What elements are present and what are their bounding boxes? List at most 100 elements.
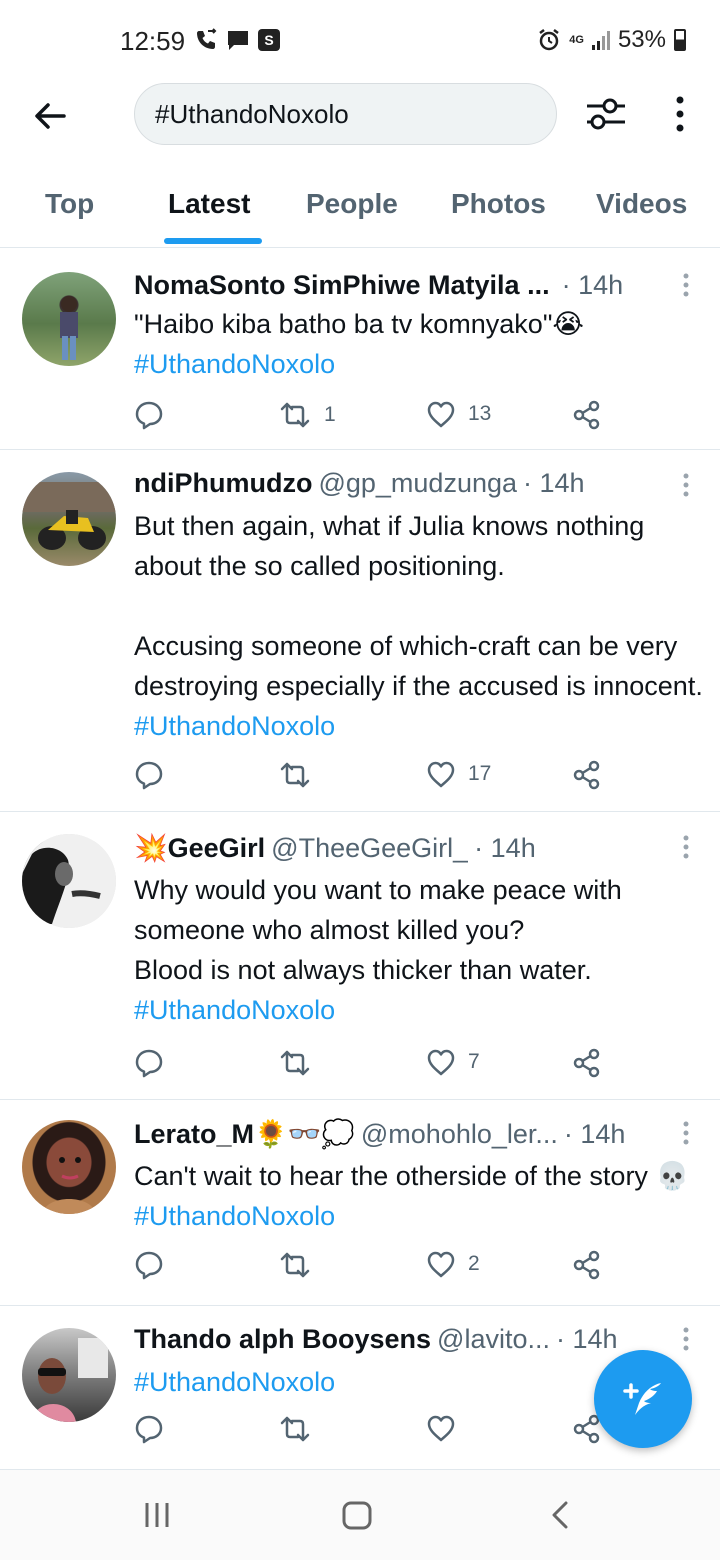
share-button[interactable] <box>572 1250 602 1280</box>
avatar-image <box>60 296 78 360</box>
tweet-text: Why would you want to make peace with so… <box>134 870 704 1030</box>
home-icon <box>342 1501 372 1530</box>
status-bar: 12:59 S 4G 53% <box>0 0 720 80</box>
avatar[interactable] <box>22 472 116 566</box>
search-tabs: Top Latest People Photos Videos <box>0 170 720 248</box>
active-tab-indicator <box>164 238 262 244</box>
back-button[interactable] <box>30 96 70 136</box>
back-arrow-icon <box>35 103 66 129</box>
avatar[interactable] <box>22 1120 116 1214</box>
battery-icon <box>674 29 686 51</box>
avatar-image <box>32 1338 108 1422</box>
retweet-button[interactable] <box>278 1250 324 1280</box>
back-nav-button[interactable] <box>548 1500 572 1535</box>
avatar-image <box>22 482 116 550</box>
tab-photos[interactable]: Photos <box>451 188 546 220</box>
like-button[interactable]: 7 <box>426 1048 480 1076</box>
author-name[interactable]: ndiPhumudzo <box>134 468 312 499</box>
retweet-icon <box>280 762 310 788</box>
author-name[interactable]: NomaSonto SimPhiwe Matyila ... <box>134 270 550 301</box>
avatar[interactable] <box>22 272 116 366</box>
avatar-image <box>42 1157 96 1214</box>
reply-button[interactable] <box>134 400 164 430</box>
share-button[interactable] <box>572 400 602 430</box>
home-button[interactable] <box>341 1500 373 1535</box>
tweet-item[interactable]: Lerato_M🌻👓💭 @mohohlo_ler... · 14h Can't … <box>0 1100 720 1306</box>
tab-top[interactable]: Top <box>45 188 94 220</box>
tweet-text: Can't wait to hear the otherside of the … <box>134 1156 704 1236</box>
like-count: 13 <box>468 402 492 425</box>
retweet-icon <box>280 402 310 428</box>
tweet-text-content: "Haibo kiba batho ba tv komnyako"😭 <box>134 309 584 339</box>
tweet-item[interactable]: NomaSonto SimPhiwe Matyila ... · 14h "Ha… <box>0 248 720 450</box>
compose-icon <box>623 1383 661 1415</box>
wifi-call-icon <box>197 28 217 49</box>
compose-tweet-button[interactable] <box>594 1350 692 1448</box>
retweet-icon <box>280 1416 310 1442</box>
reply-button[interactable] <box>134 1250 164 1280</box>
like-button[interactable]: 13 <box>426 400 491 428</box>
like-button[interactable]: 2 <box>426 1250 480 1278</box>
share-button[interactable] <box>572 1048 602 1078</box>
author-handle[interactable]: @lavito... <box>437 1324 550 1355</box>
tweet-actions <box>134 1414 614 1448</box>
author-name[interactable]: Thando alph Booysens <box>134 1324 431 1355</box>
retweet-button[interactable] <box>278 760 324 790</box>
reply-icon <box>135 1049 163 1078</box>
author-name[interactable]: Lerato_M🌻👓💭 <box>134 1118 355 1150</box>
hashtag-link[interactable]: #UthandoNoxolo <box>134 995 335 1025</box>
author-handle[interactable]: @gp_mudzunga <box>318 468 517 499</box>
like-icon <box>427 1415 455 1442</box>
retweet-button[interactable] <box>278 1048 324 1078</box>
retweet-button[interactable]: 1 <box>278 400 336 430</box>
avatar[interactable] <box>22 1328 116 1422</box>
tweet-text: But then again, what if Julia knows noth… <box>134 506 704 746</box>
tweet-more-icon[interactable] <box>682 1326 690 1352</box>
tweet-time: · 14h <box>523 468 585 498</box>
retweet-count: 1 <box>324 403 336 426</box>
system-icons: 4G 53% <box>537 26 686 54</box>
tab-latest[interactable]: Latest <box>168 188 250 220</box>
tweet-more-icon[interactable] <box>682 834 690 860</box>
hashtag-link[interactable]: #UthandoNoxolo <box>134 1367 335 1397</box>
reply-button[interactable] <box>134 1414 164 1444</box>
tab-people[interactable]: People <box>306 188 398 220</box>
s-app-icon: S <box>258 29 280 51</box>
like-icon <box>427 1251 455 1278</box>
avatar[interactable] <box>22 834 116 928</box>
tweet-time: · 14h <box>561 270 624 300</box>
reply-icon <box>135 761 163 790</box>
like-icon <box>427 761 455 788</box>
author-handle[interactable]: @TheeGeeGirl_ <box>271 833 468 864</box>
tweet-text: "Haibo kiba batho ba tv komnyako"😭 #Utha… <box>134 304 704 384</box>
like-button[interactable] <box>426 1414 468 1442</box>
notification-icons: S <box>194 28 280 52</box>
author-handle[interactable]: @mohohlo_ler... <box>361 1119 558 1150</box>
search-input[interactable]: #UthandoNoxolo <box>134 83 557 145</box>
tweet-more-icon[interactable] <box>682 1120 690 1146</box>
hashtag-link[interactable]: #UthandoNoxolo <box>134 349 335 379</box>
tweet-item[interactable]: 💥GeeGirl @TheeGeeGirl_ · 14h Why would y… <box>0 812 720 1100</box>
avatar-image <box>22 834 116 928</box>
reply-button[interactable] <box>134 1048 164 1078</box>
hashtag-link[interactable]: #UthandoNoxolo <box>134 1201 335 1231</box>
recents-button[interactable] <box>143 1500 171 1535</box>
tweet-more-icon[interactable] <box>682 472 690 498</box>
author-name[interactable]: 💥GeeGirl <box>134 832 265 864</box>
like-count: 2 <box>468 1252 480 1275</box>
search-header: #UthandoNoxolo <box>0 80 720 170</box>
tweet-more-icon[interactable] <box>682 272 690 298</box>
like-button[interactable]: 17 <box>426 760 491 788</box>
tweet-actions: 2 <box>134 1250 614 1284</box>
like-count: 17 <box>468 762 492 785</box>
tweet-text-content: Can't wait to hear the otherside of the … <box>134 1161 697 1191</box>
tweet-item[interactable]: ndiPhumudzo @gp_mudzunga · 14h But then … <box>0 450 720 812</box>
search-filter-button[interactable] <box>584 94 628 134</box>
hashtag-link[interactable]: #UthandoNoxolo <box>134 711 335 741</box>
reply-button[interactable] <box>134 760 164 790</box>
retweet-button[interactable] <box>278 1414 324 1444</box>
tweet-actions: 7 <box>134 1048 614 1082</box>
share-button[interactable] <box>572 760 602 790</box>
more-options-button[interactable] <box>668 94 692 134</box>
tab-videos[interactable]: Videos <box>596 188 687 220</box>
